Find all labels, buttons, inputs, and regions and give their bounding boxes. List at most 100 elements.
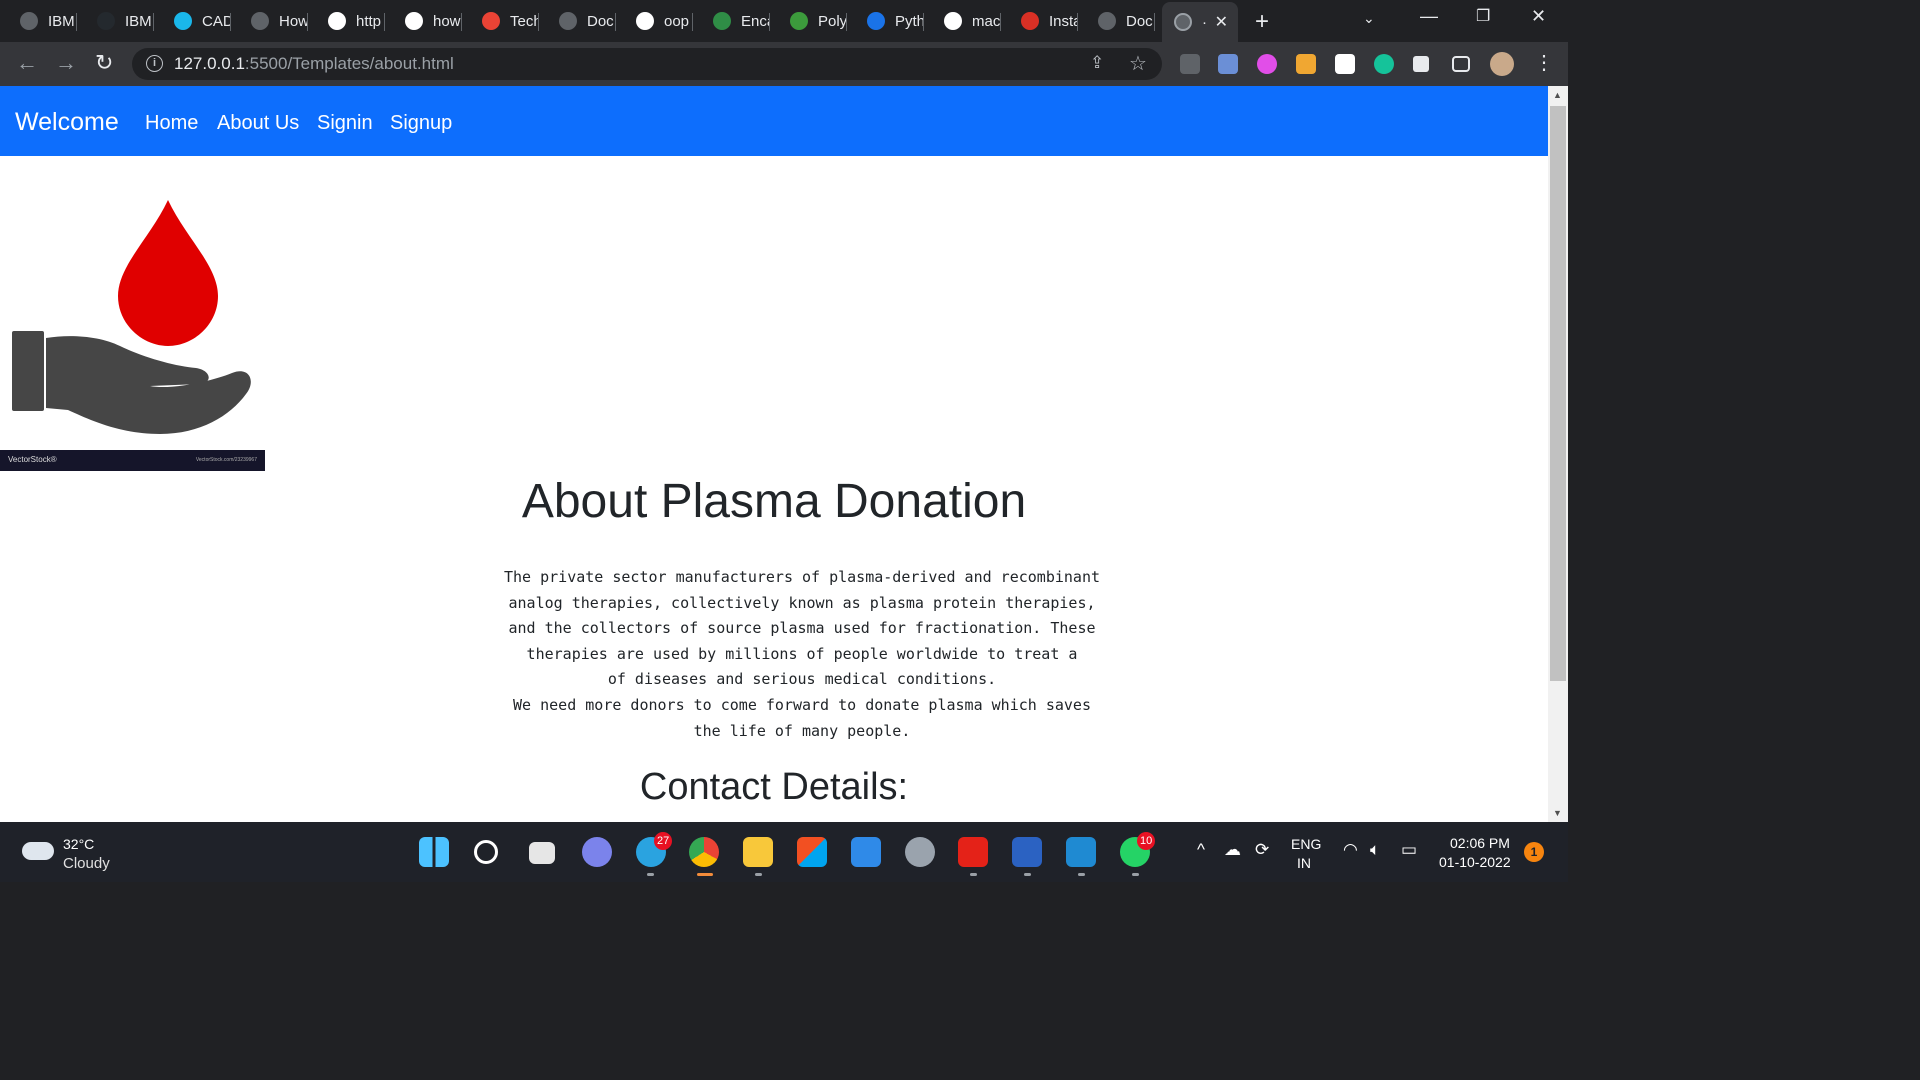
browser-tab[interactable]: mac — [924, 5, 1001, 37]
tab-label: oop — [664, 12, 690, 30]
clock-time[interactable]: 02:06 PM — [1450, 835, 1510, 851]
notification-badge[interactable]: 1 — [1524, 842, 1544, 862]
extensions-puzzle-icon[interactable] — [1413, 56, 1429, 72]
g-icon — [867, 12, 885, 30]
browser-tab[interactable]: http — [308, 5, 385, 37]
browser-tab[interactable]: Doc — [1078, 5, 1155, 37]
restore-button[interactable]: ❐ — [1476, 6, 1490, 26]
edit-extension-icon[interactable] — [1296, 54, 1316, 74]
settings-gear-icon[interactable] — [905, 837, 935, 867]
bookmark-star-icon[interactable]: ☆ — [1129, 51, 1147, 76]
tab-separator — [1154, 13, 1155, 31]
cloud-icon[interactable] — [22, 842, 54, 860]
scrollbar-thumb[interactable] — [1550, 106, 1566, 681]
weather-description[interactable]: Cloudy — [63, 855, 110, 872]
wifi-icon[interactable]: ◠ — [1343, 840, 1358, 860]
weather-temperature[interactable]: 32°C — [63, 836, 94, 852]
browser-tab[interactable]: CAD — [154, 5, 231, 37]
scroll-down-icon[interactable]: ▼ — [1553, 808, 1562, 818]
vimeo-icon — [174, 12, 192, 30]
grammarly-icon[interactable] — [1374, 54, 1394, 74]
tab-label: http — [356, 12, 382, 30]
pen-extension-icon[interactable] — [1180, 54, 1200, 74]
blood-donation-image — [12, 200, 251, 434]
browser-tab[interactable]: How — [231, 5, 308, 37]
s-extension-icon[interactable] — [1335, 54, 1355, 74]
tab-search-icon[interactable]: ⌄ — [1363, 10, 1375, 27]
mail-icon[interactable] — [851, 837, 881, 867]
color-extension-icon[interactable] — [1257, 54, 1277, 74]
microsoft-store-icon[interactable] — [797, 837, 827, 867]
forward-button[interactable]: → — [55, 50, 77, 76]
browser-tab[interactable]: Insta — [1001, 5, 1078, 37]
address-url[interactable]: 127.0.0.1:5500/Templates/about.html — [174, 54, 454, 74]
tab-active[interactable]: · ✕ — [1162, 2, 1238, 42]
back-button[interactable]: ← — [16, 50, 38, 76]
about-line: We need more donors to come forward to d… — [513, 695, 1091, 714]
tab-label: mac — [972, 12, 1001, 30]
browser-tab[interactable]: IBM — [77, 5, 154, 37]
hand-shape — [46, 336, 251, 434]
teams-chat-icon[interactable] — [582, 837, 612, 867]
file-explorer-icon[interactable] — [743, 837, 773, 867]
tab-label: Tech — [510, 12, 539, 30]
running-indicator-active — [697, 873, 713, 876]
site-info-icon[interactable]: i — [146, 55, 163, 72]
acrobat-icon[interactable] — [958, 837, 988, 867]
tab-label: Doc — [1126, 12, 1153, 30]
windows-start-icon[interactable] — [419, 837, 449, 867]
tab-label: Insta — [1049, 12, 1078, 30]
close-window-button[interactable]: ✕ — [1531, 6, 1546, 27]
nav-about-us[interactable]: About Us — [217, 112, 299, 135]
language-indicator-bottom[interactable]: IN — [1297, 855, 1311, 871]
watermark-right-text: VectorStock.com/23239967 — [195, 457, 257, 463]
task-view-icon[interactable] — [529, 842, 555, 864]
new-tab-button[interactable]: + — [1255, 8, 1269, 36]
profile-avatar[interactable] — [1490, 52, 1514, 76]
nav-signin[interactable]: Signin — [317, 112, 373, 135]
browser-tab[interactable]: how — [385, 5, 462, 37]
tab-label: IBM — [125, 12, 152, 30]
about-line: and the collectors of source plasma used… — [508, 619, 1096, 638]
sync-icon[interactable]: ⟳ — [1255, 840, 1269, 860]
battery-icon[interactable]: ▭ — [1401, 840, 1417, 860]
word-icon[interactable] — [1012, 837, 1042, 867]
browser-tab[interactable]: Poly — [770, 5, 847, 37]
browser-tab[interactable]: Pyth — [847, 5, 924, 37]
share-icon[interactable]: ⇪ — [1090, 53, 1104, 73]
nav-signup[interactable]: Signup — [390, 112, 452, 135]
side-panel-icon[interactable] — [1452, 56, 1470, 72]
volume-icon[interactable]: 🔈︎ — [1370, 840, 1380, 860]
google-icon — [328, 12, 346, 30]
onedrive-cloud-icon[interactable]: ☁ — [1224, 840, 1241, 860]
telegram-badge: 27 — [654, 832, 673, 850]
nav-home[interactable]: Home — [145, 112, 198, 135]
vectorstock-watermark: VectorStock® VectorStock.com/23239967 — [0, 450, 265, 471]
menu-icon[interactable]: ⋮ — [1534, 50, 1554, 75]
clock-date[interactable]: 01-10-2022 — [1439, 854, 1511, 870]
running-indicator — [1024, 873, 1031, 876]
google-icon — [636, 12, 654, 30]
vscode-icon[interactable] — [1066, 837, 1096, 867]
chevron-up-icon[interactable]: ^ — [1197, 840, 1205, 860]
search-icon[interactable] — [474, 840, 498, 864]
browser-tab[interactable]: Doc — [539, 5, 616, 37]
browser-tab[interactable]: Tech — [462, 5, 539, 37]
language-indicator-top[interactable]: ENG — [1291, 836, 1321, 852]
minimize-button[interactable]: — — [1420, 6, 1438, 27]
address-bar[interactable]: i 127.0.0.1:5500/Templates/about.html ⇪ … — [132, 48, 1162, 80]
windows-taskbar: 32°C Cloudy 27 10 ^ ☁ ⟳ ENG IN ◠ 🔈︎ ▭ 02… — [0, 822, 1568, 882]
b-icon — [790, 12, 808, 30]
close-tab-icon[interactable]: ✕ — [1215, 12, 1228, 32]
page-scrollbar[interactable]: ▲ ▼ — [1548, 86, 1568, 822]
reload-button[interactable]: ↻ — [95, 50, 113, 76]
navbar-brand[interactable]: Welcome — [15, 108, 119, 137]
about-heading: About Plasma Donation — [521, 475, 1027, 528]
chrome-icon[interactable] — [689, 837, 719, 867]
mail-extension-icon[interactable] — [1218, 54, 1238, 74]
browser-tab[interactable]: IBM — [0, 5, 77, 37]
running-indicator — [1078, 873, 1085, 876]
scroll-up-icon[interactable]: ▲ — [1553, 90, 1562, 100]
browser-tab[interactable]: oop — [616, 5, 693, 37]
browser-tab[interactable]: Enca — [693, 5, 770, 37]
